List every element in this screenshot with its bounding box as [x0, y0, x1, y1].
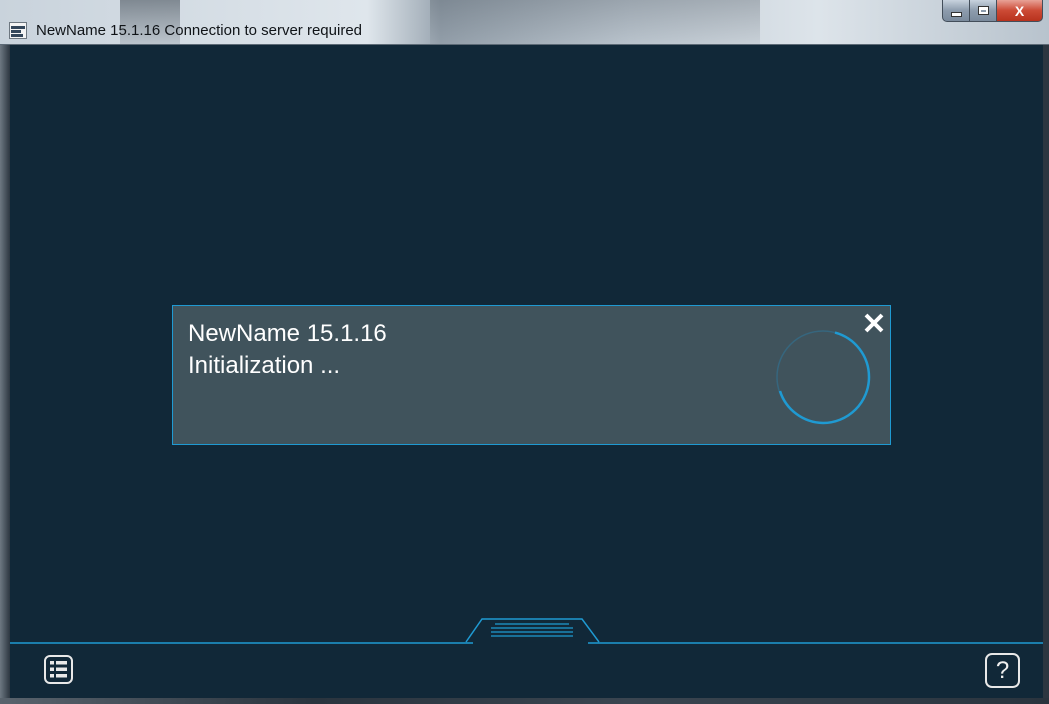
app-icon[interactable]: [9, 22, 27, 39]
drawer-handle-icon[interactable]: [465, 617, 600, 643]
window-border-right: [1043, 45, 1049, 704]
minimize-icon: [950, 11, 962, 17]
app-window: NewName 15.1.16 Connection to server req…: [0, 0, 1049, 704]
window-title: NewName 15.1.16 Connection to server req…: [36, 22, 363, 39]
window-controls: X: [942, 0, 1043, 26]
minimize-button[interactable]: [942, 0, 970, 22]
maximize-icon: [977, 6, 989, 15]
window-border-left: [0, 45, 10, 704]
dialog-title: NewName 15.1.16: [188, 320, 387, 347]
title-bar[interactable]: NewName 15.1.16 Connection to server req…: [0, 0, 1049, 45]
window-close-button[interactable]: X: [997, 0, 1043, 22]
dialog-status-text: Initialization ...: [188, 352, 341, 379]
footer-divider: [10, 642, 1043, 644]
title-bar-glare: [430, 0, 760, 44]
help-label: ?: [995, 656, 1010, 684]
list-menu-icon[interactable]: [44, 655, 73, 684]
maximize-button[interactable]: [970, 0, 997, 22]
loading-spinner-icon: [776, 330, 871, 425]
initialization-dialog: NewName 15.1.16 Initialization ...: [172, 305, 891, 445]
window-border-bottom: [0, 698, 1049, 704]
help-button[interactable]: ?: [985, 653, 1020, 688]
